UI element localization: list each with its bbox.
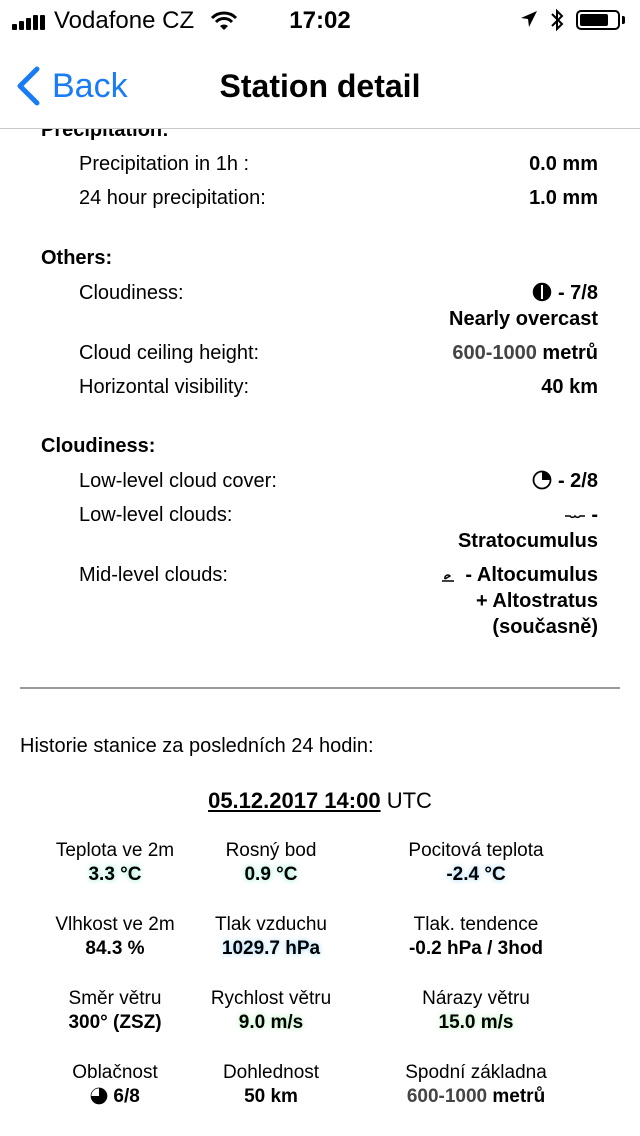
- stat-humidity: Vlhkost ve 2m 84.3 %: [25, 913, 205, 961]
- cloudiness-fraction: - 7/8: [557, 282, 598, 304]
- history-title: Historie stanice za posledních 24 hodin:: [20, 735, 374, 757]
- low-clouds-dash: -: [591, 504, 598, 526]
- history-timezone: UTC: [386, 788, 432, 813]
- stat-label: Rychlost větru: [210, 988, 332, 1009]
- visibility-value: 40 km: [541, 376, 598, 398]
- cloud-cover-6-8-icon: [90, 1087, 108, 1105]
- stat-label: Rosný bod: [225, 840, 317, 861]
- history-date[interactable]: 05.12.2017 14:00: [208, 788, 381, 813]
- stat-label: Nárazy větru: [422, 988, 530, 1009]
- low-clouds-label: Low-level clouds:: [79, 504, 233, 526]
- stat-value: 0.9 °C: [244, 864, 298, 885]
- low-cover-fraction: - 2/8: [557, 470, 598, 492]
- station-detail-content[interactable]: Precipitation: Precipitation in 1h : 0.0…: [0, 129, 640, 1136]
- precip-1h-label: Precipitation in 1h :: [79, 153, 250, 175]
- stat-value: -2.4 °C: [446, 864, 506, 885]
- low-cover-value: - 2/8: [532, 470, 598, 493]
- cloudiness-value: - 7/8: [532, 282, 598, 305]
- page-title: Station detail: [219, 68, 421, 104]
- visibility-label: Horizontal visibility:: [79, 376, 250, 398]
- location-arrow-icon: [521, 11, 537, 27]
- cloudiness-label: Cloudiness:: [79, 282, 184, 304]
- stat-value: 1029.7 hPa: [221, 938, 321, 959]
- stat-label: Pocitová teplota: [408, 840, 544, 861]
- stat-label: Spodní základna: [405, 1062, 547, 1083]
- stat-label: Vlhkost ve 2m: [55, 914, 175, 935]
- mid-clouds-value-1: - Altocumulus: [465, 564, 598, 586]
- stat-value: 3.3 °C: [88, 864, 142, 885]
- battery-cap: [622, 16, 625, 24]
- section-divider: [20, 687, 620, 689]
- precip-1h-value: 0.0 mm: [529, 153, 598, 175]
- stat-cloud-base: Spodní základna 600-1000 metrů: [386, 1061, 566, 1109]
- stat-temperature: Teplota ve 2m 3.3 °C: [25, 839, 205, 887]
- stat-dew-point: Rosný bod 0.9 °C: [181, 839, 361, 887]
- stat-value: 50 km: [244, 1086, 298, 1107]
- stat-feels-like: Pocitová teplota -2.4 °C: [386, 839, 566, 887]
- stat-value-row: 6/8: [25, 1085, 205, 1109]
- mid-clouds-line-1: - Altocumulus: [440, 564, 598, 587]
- stat-value: 15.0 m/s: [438, 1012, 514, 1033]
- ceiling-height-label: Cloud ceiling height:: [79, 342, 260, 364]
- stat-label: Tlak vzduchu: [215, 914, 327, 935]
- stat-unit: metrů: [492, 1086, 546, 1107]
- stat-value: 300° (ZSZ): [68, 1012, 162, 1033]
- stat-value: -0.2 hPa / 3hod: [408, 938, 544, 959]
- ceiling-height-range: 600-1000: [452, 342, 537, 364]
- mid-clouds-label: Mid-level clouds:: [79, 564, 228, 586]
- mid-clouds-line-2: + Altostratus: [475, 590, 598, 612]
- battery-icon: [576, 10, 620, 30]
- navigation-bar: Back Station detail: [0, 40, 640, 129]
- stat-value: 6/8: [113, 1086, 140, 1107]
- stat-wind-speed: Rychlost větru 9.0 m/s: [181, 987, 361, 1035]
- stat-label: Směr větru: [68, 988, 162, 1009]
- low-clouds-name: Stratocumulus: [457, 530, 598, 552]
- stat-label: Tlak. tendence: [413, 914, 539, 935]
- clock: 17:02: [289, 7, 351, 34]
- stat-cloudiness: Oblačnost 6/8: [25, 1061, 205, 1109]
- stat-value: 84.3 %: [85, 938, 145, 959]
- precipitation-heading: Precipitation:: [41, 129, 169, 141]
- stat-pressure: Tlak vzduchu 1029.7 hPa: [181, 913, 361, 961]
- precip-24h-label: 24 hour precipitation:: [79, 187, 266, 209]
- stat-wind-direction: Směr větru 300° (ZSZ): [25, 987, 205, 1035]
- history-datetime[interactable]: 05.12.2017 14:00 UTC: [0, 788, 640, 814]
- ceiling-height-value: 600-1000 metrů: [452, 342, 598, 365]
- bluetooth-icon: [551, 8, 564, 32]
- cloud-cover-2-8-icon: [533, 470, 552, 490]
- stat-value: 600-1000: [406, 1086, 488, 1107]
- stat-value: 9.0 m/s: [238, 1012, 304, 1033]
- mid-clouds-line-3: (současně): [492, 616, 598, 638]
- stat-wind-gusts: Nárazy větru 15.0 m/s: [386, 987, 566, 1035]
- stat-label: Oblačnost: [72, 1062, 158, 1083]
- stat-pressure-tendency: Tlak. tendence -0.2 hPa / 3hod: [386, 913, 566, 961]
- stat-label: Dohlednost: [222, 1062, 320, 1083]
- cloud-cover-7-8-icon: [533, 282, 552, 302]
- low-clouds-symbol-row: -: [564, 504, 598, 527]
- stat-value-row: 600-1000 metrů: [386, 1085, 566, 1109]
- cloudiness-description: Nearly overcast: [449, 308, 598, 330]
- stratocumulus-symbol-icon: [564, 514, 585, 519]
- low-cover-label: Low-level cloud cover:: [79, 470, 277, 492]
- altocumulus-symbol-icon: [441, 574, 454, 582]
- stat-visibility: Dohlednost 50 km: [181, 1061, 361, 1109]
- others-heading: Others:: [41, 247, 113, 269]
- ceiling-height-unit: metrů: [542, 342, 598, 364]
- precip-24h-value: 1.0 mm: [529, 187, 598, 209]
- stat-label: Teplota ve 2m: [55, 840, 175, 861]
- cloudiness-heading: Cloudiness:: [41, 435, 156, 457]
- status-bar: Vodafone CZ 17:02: [0, 0, 640, 40]
